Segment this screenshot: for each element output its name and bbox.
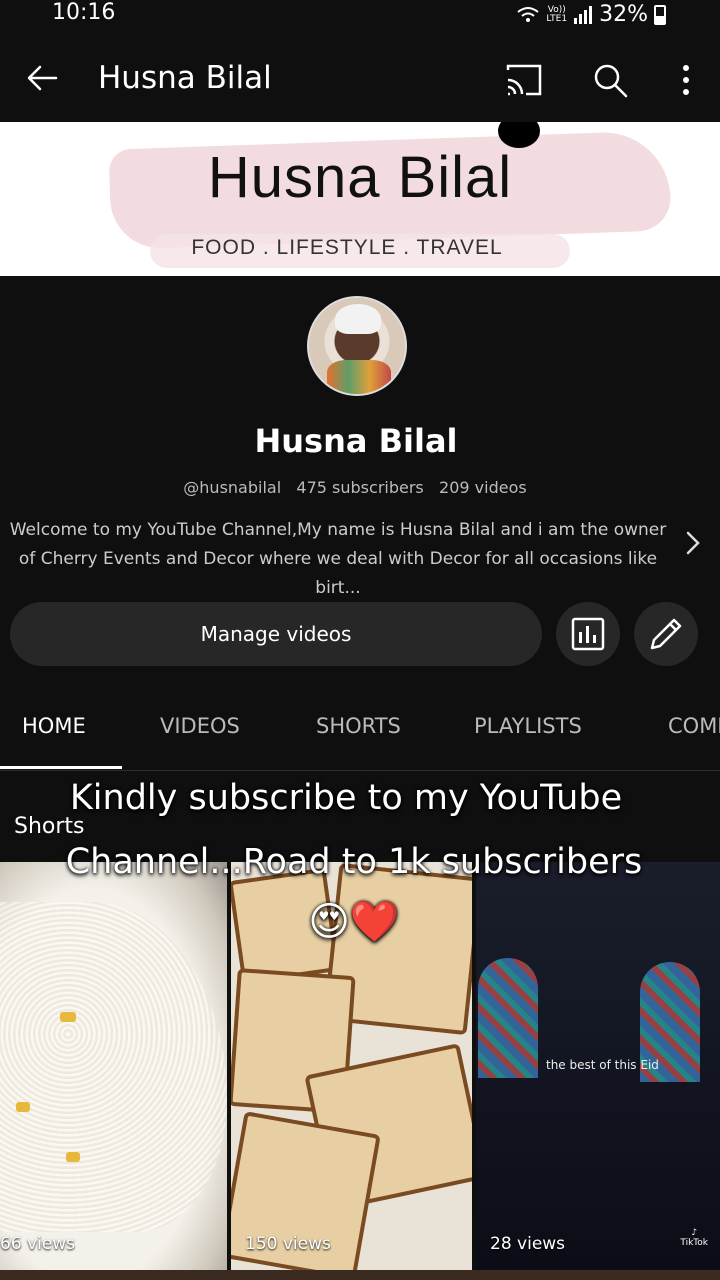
avatar-dress <box>327 360 391 394</box>
tab-home[interactable]: HOME <box>22 714 86 738</box>
overlay-text-line-2: Channel...Road to 1k subscribers <box>65 842 643 882</box>
video-count: 209 videos <box>439 478 527 497</box>
rice-texture <box>0 902 227 1232</box>
description-line-1: Welcome to my YouTube Channel,My name is… <box>9 520 667 540</box>
tab-shorts[interactable]: SHORTS <box>316 714 401 738</box>
channel-tabs: HOME VIDEOS SHORTS PLAYLISTS COMI <box>0 690 720 771</box>
status-bar: 10:16 Vo)) LTE1 32% <box>0 0 720 34</box>
tiktok-icon: ♪ <box>691 1228 698 1238</box>
tiktok-watermark: ♪ TikTok <box>680 1228 708 1248</box>
banner-tagline: FOOD . LIFESTYLE . TRAVEL <box>191 236 503 259</box>
analytics-button[interactable] <box>556 602 620 666</box>
edit-channel-button[interactable] <box>634 602 698 666</box>
page-title: Husna Bilal <box>98 60 272 96</box>
signal-icon <box>574 5 593 24</box>
corn-piece <box>16 1102 30 1112</box>
more-vert-icon[interactable] <box>668 60 704 100</box>
status-time: 10:16 <box>52 0 116 25</box>
short-views: 150 views <box>245 1234 331 1254</box>
corn-piece <box>60 1012 76 1022</box>
channel-name: Husna Bilal <box>254 422 458 460</box>
tiktok-label: TikTok <box>680 1238 708 1248</box>
short-caption: the best of this Eid <box>546 1058 659 1072</box>
channel-meta: @husnabilal 475 subscribers 209 videos <box>0 478 710 497</box>
channel-description[interactable]: Welcome to my YouTube Channel,My name is… <box>8 516 668 603</box>
battery-percent: 32% <box>599 2 648 27</box>
pencil-icon <box>650 618 682 650</box>
short-views: 66 views <box>0 1234 76 1254</box>
app-bar: Husna Bilal <box>0 38 720 122</box>
tab-videos[interactable]: VIDEOS <box>160 714 240 738</box>
network-type: Vo)) LTE1 <box>546 5 568 24</box>
active-tab-indicator <box>0 766 122 769</box>
manage-videos-button[interactable]: Manage videos <box>10 602 542 666</box>
banner-name: Husna Bilal <box>207 145 513 210</box>
status-icons: Vo)) LTE1 32% <box>516 2 666 27</box>
battery-icon <box>654 4 666 25</box>
network-lte: LTE1 <box>546 13 568 24</box>
cast-icon[interactable] <box>504 62 544 98</box>
description-line-2: of Cherry Events and Decor where we deal… <box>18 549 658 598</box>
analytics-icon <box>571 617 605 651</box>
corn-piece <box>66 1152 80 1162</box>
overlay-text-line-1: Kindly subscribe to my YouTube <box>69 778 623 818</box>
overlay-emoji: 😍❤️ <box>308 899 400 945</box>
channel-avatar[interactable] <box>307 296 407 396</box>
short-views: 28 views <box>490 1234 566 1254</box>
channel-banner: Husna Bilal FOOD . LIFESTYLE . TRAVEL <box>0 122 720 276</box>
back-arrow-icon[interactable] <box>22 58 62 98</box>
search-icon[interactable] <box>590 60 630 100</box>
stained-glass-window <box>478 958 538 1078</box>
tab-playlists[interactable]: PLAYLISTS <box>474 714 582 738</box>
subscriber-count: 475 subscribers <box>296 478 424 497</box>
wifi-icon <box>517 6 540 22</box>
next-row-preview <box>0 1270 720 1280</box>
avatar-scarf <box>335 304 381 334</box>
tab-community[interactable]: COMI <box>668 714 720 738</box>
channel-handle: @husnabilal <box>183 478 282 497</box>
chevron-right-icon[interactable] <box>680 528 706 558</box>
